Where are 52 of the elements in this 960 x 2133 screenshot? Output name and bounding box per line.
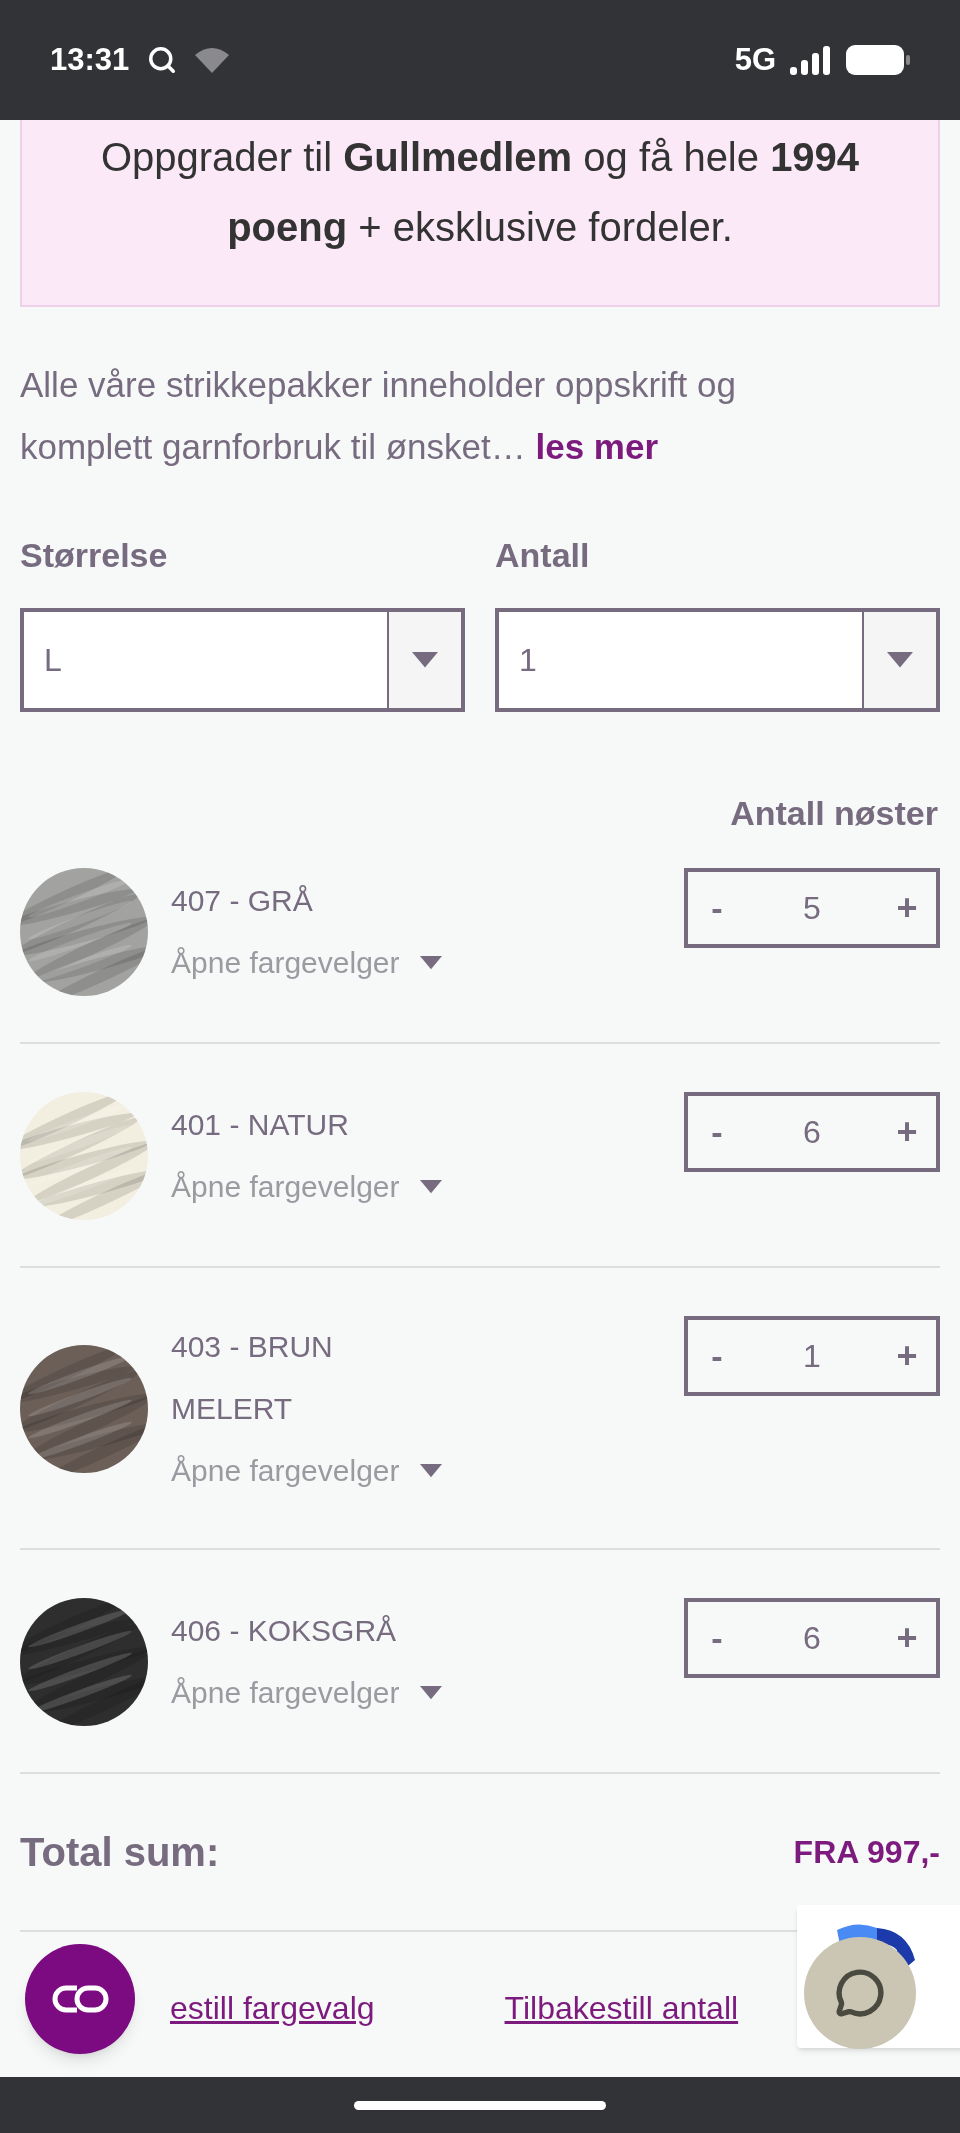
decrement-button[interactable]: - <box>702 882 732 934</box>
select-value: L <box>43 641 63 680</box>
yarn-name: 406 - KOKSGRÅ <box>171 1613 398 1649</box>
quantity-stepper[interactable]: - 6 + <box>684 1092 940 1172</box>
quantity-stepper[interactable]: - 1 + <box>684 1316 940 1396</box>
caret-icon <box>419 1180 442 1194</box>
increment-button[interactable]: + <box>892 1329 922 1383</box>
chat-icon <box>835 1968 885 2018</box>
color-picker-toggle[interactable]: Åpne fargevelger <box>171 932 442 994</box>
increment-button[interactable]: + <box>892 1611 922 1665</box>
color-picker-toggle[interactable]: Åpne fargevelger <box>171 1662 442 1724</box>
network-label: 5G <box>734 40 776 79</box>
select-value: 1 <box>518 641 538 680</box>
yarn-name: 401 - NATUR <box>171 1107 350 1143</box>
quantity-value: 6 <box>803 1619 821 1658</box>
quantity-stepper[interactable]: - 5 + <box>684 868 940 948</box>
color-picker-toggle[interactable]: Åpne fargevelger <box>171 1440 442 1502</box>
caret-icon <box>419 1686 442 1700</box>
select-field[interactable]: L <box>20 608 465 712</box>
field-label: Antall <box>495 535 591 575</box>
color-picker-toggle[interactable]: Åpne fargevelger <box>171 1156 442 1218</box>
total-label: Total sum: <box>20 1829 220 1876</box>
yarn-name: 403 - BRUN MELERT <box>171 1329 334 1427</box>
reset-link[interactable]: estill fargevalg <box>170 1984 375 2032</box>
increment-button[interactable]: + <box>892 1105 922 1159</box>
logo-icon <box>51 1984 109 2014</box>
read-more-link[interactable]: les mer <box>535 427 659 466</box>
caret-icon <box>419 1464 442 1478</box>
status-time: 13:31 <box>50 40 130 79</box>
banner-text: Oppgrader til Gullmedlem og få hele 1994 poeng + eksklusive fordeler. <box>100 134 860 251</box>
quantity-stepper[interactable]: - 6 + <box>684 1598 940 1678</box>
description-text: Alle våre strikkepakker inneholder oppskrift og komplett garnforbruk til ønsket… les mer <box>20 364 737 468</box>
wifi-icon <box>195 47 230 73</box>
decrement-button[interactable]: - <box>702 1612 732 1664</box>
search-icon <box>147 45 178 75</box>
caret-icon <box>887 652 913 668</box>
decrement-button[interactable]: - <box>702 1330 732 1382</box>
total-price: FRA 997,- <box>793 1833 940 1872</box>
caret-icon <box>412 652 438 668</box>
column-heading: Antall nøster <box>730 793 938 833</box>
quantity-value: 1 <box>803 1337 821 1376</box>
caret-icon <box>419 956 442 970</box>
increment-button[interactable]: + <box>892 881 922 935</box>
quantity-value: 5 <box>803 889 821 928</box>
decrement-button[interactable]: - <box>702 1106 732 1158</box>
quantity-value: 6 <box>803 1113 821 1152</box>
select-field[interactable]: 1 <box>495 608 940 712</box>
field-label: Størrelse <box>20 535 169 575</box>
signal-icon <box>790 45 832 75</box>
reset-link[interactable]: Tilbakestill antall <box>504 1984 739 2032</box>
yarn-name: 407 - GRÅ <box>171 883 314 919</box>
battery-icon <box>846 45 910 75</box>
